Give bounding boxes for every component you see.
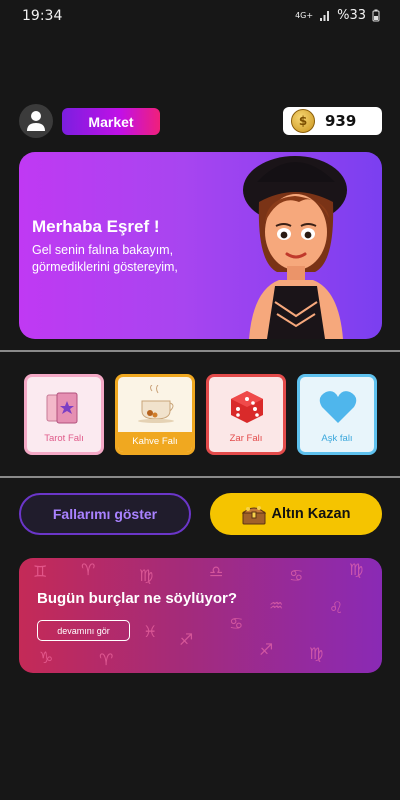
coffee-card-button[interactable]: Kahve Falı	[115, 374, 195, 455]
read-more-button[interactable]: devamını gör	[37, 620, 130, 641]
coffee-label: Kahve Falı	[118, 432, 192, 452]
zodiac-symbol-icon: ♍	[349, 560, 364, 579]
zodiac-symbol-icon: ♊	[33, 562, 48, 581]
signal-icon	[320, 10, 330, 21]
earn-gold-label: Altın Kazan	[271, 506, 351, 522]
zodiac-symbol-icon: ♌	[329, 598, 344, 617]
battery-percent: %33	[337, 8, 366, 23]
market-button[interactable]: Market	[62, 108, 160, 135]
status-icons: 4G+ %33	[295, 8, 380, 23]
zodiac-symbol-icon: ♈	[81, 560, 96, 579]
zodiac-symbol-icon: ♍	[309, 644, 324, 663]
network-type-icon: 4G+	[295, 11, 314, 20]
zodiac-symbol-icon: ♋	[289, 566, 304, 585]
profile-avatar-button[interactable]	[19, 104, 53, 138]
dice-card-button[interactable]: Zar Falı	[206, 374, 286, 455]
love-label: Aşk falı	[321, 433, 353, 444]
zodiac-symbol-icon: ♋	[229, 614, 244, 633]
coin-icon: $	[291, 109, 315, 133]
welcome-title: Merhaba Eşref !	[32, 217, 160, 236]
zodiac-symbol-icon: ♐	[179, 630, 194, 649]
zodiac-symbol-icon: ♒	[269, 596, 284, 615]
welcome-subtitle: Gel senin falına bakayım, görmediklerini…	[32, 242, 232, 276]
user-icon	[27, 111, 45, 131]
zodiac-symbol-icon: ♍	[139, 566, 154, 585]
dice-icon	[231, 391, 263, 423]
love-card-button[interactable]: Aşk falı	[297, 374, 377, 455]
horoscope-title: Bugün burçlar ne söylüyor?	[37, 590, 238, 607]
section-divider-2	[0, 476, 400, 478]
earn-gold-button[interactable]: Altın Kazan	[210, 493, 382, 535]
welcome-line-2: görmediklerini göstereyim,	[32, 260, 178, 274]
status-bar: 19:34 4G+ %33	[0, 0, 400, 34]
welcome-line-1: Gel senin falına bakayım,	[32, 243, 174, 257]
tarot-card-button[interactable]: Tarot Falı	[24, 374, 104, 455]
treasure-chest-icon	[241, 506, 266, 525]
dice-label: Zar Falı	[229, 433, 263, 444]
welcome-banner: Merhaba Eşref ! Gel senin falına bakayım…	[19, 152, 382, 339]
battery-icon	[372, 9, 380, 22]
zodiac-symbol-icon: ♓	[143, 622, 158, 641]
zodiac-symbol-icon: ♑	[39, 648, 54, 667]
horoscope-banner[interactable]: ♊ ♈ ♍ ♎ ♋ ♍ ♒ ♌ ♋ ♐ ♐ ♍ ♑ ♈ ♓ Bugün burç…	[19, 558, 382, 673]
coin-count: 939	[325, 112, 357, 130]
fortune-teller-illustration	[243, 156, 347, 339]
status-time: 19:34	[22, 8, 63, 24]
tarot-label: Tarot Falı	[44, 433, 84, 444]
coin-balance[interactable]: $ 939	[283, 107, 382, 135]
heart-icon	[319, 391, 357, 423]
section-divider	[0, 350, 400, 352]
zodiac-symbol-icon: ♐	[259, 640, 274, 659]
coffee-cup-icon	[138, 385, 174, 423]
zodiac-symbol-icon: ♈	[99, 650, 114, 669]
zodiac-symbol-icon: ♎	[209, 562, 224, 581]
tarot-cards-icon	[46, 392, 78, 424]
show-my-fortunes-button[interactable]: Fallarımı göster	[19, 493, 191, 535]
